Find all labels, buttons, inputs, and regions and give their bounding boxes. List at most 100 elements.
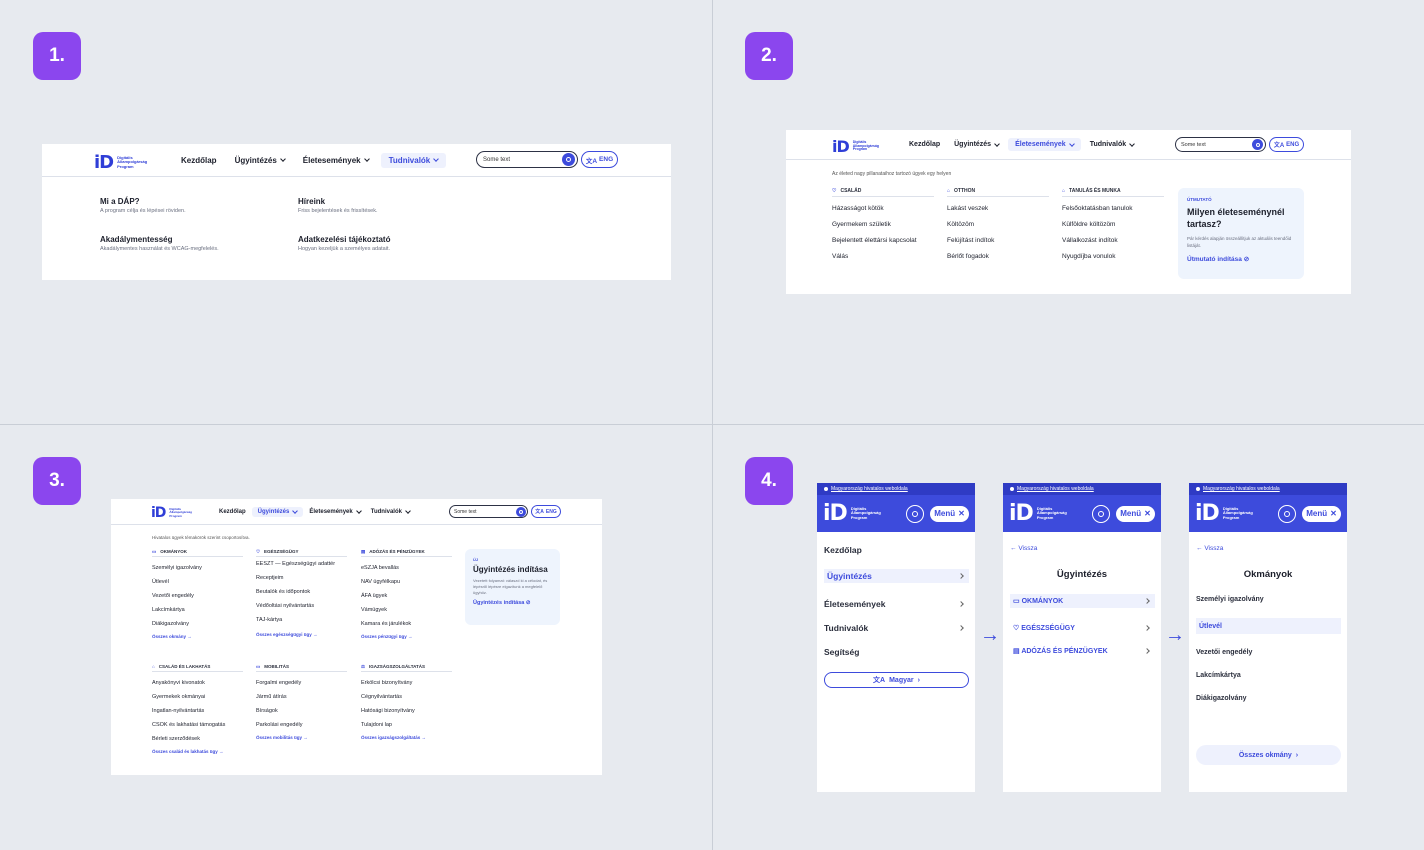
menu-item-ugyintezes[interactable]: Ügyintézés: [824, 569, 969, 583]
list-item[interactable]: Költözöm: [947, 217, 1049, 233]
list-item[interactable]: Anyakönyvi kivonatok: [152, 676, 243, 690]
logo[interactable]: iD Digitális Állampolgárság Program: [832, 137, 879, 156]
menu-item-tudnivalok[interactable]: Tudnivalók: [824, 621, 969, 635]
menu-button[interactable]: Menü ✕: [1302, 505, 1341, 522]
menu-item-segitseg[interactable]: Segítség: [824, 645, 969, 659]
menu-item-akadalymentesseg[interactable]: Akadálymentesség Akadálymentes használat…: [100, 235, 219, 252]
list-item[interactable]: Házasságot kötök: [832, 201, 934, 217]
guide-link[interactable]: Útmutató indítása ⊘: [1187, 255, 1295, 263]
list-item[interactable]: Forgalmi engedély: [256, 676, 347, 690]
list-item[interactable]: Parkolási engedély: [256, 718, 347, 732]
language-button[interactable]: 文A ENG: [531, 505, 561, 518]
menu-button[interactable]: Menü ✕: [1116, 505, 1155, 522]
list-item[interactable]: ÁFA ügyek: [361, 589, 452, 603]
menu-item-adatkezeles[interactable]: Adatkezelési tájékoztató Hogyan kezeljük…: [298, 235, 390, 252]
list-item[interactable]: Személyi igazolvány: [152, 561, 243, 575]
list-item[interactable]: Vámügyek: [361, 603, 452, 617]
list-item[interactable]: Jármű átírás: [256, 690, 347, 704]
menu-item-eletesemenyek[interactable]: Életesemények: [824, 597, 969, 611]
nav-eletesemenyek[interactable]: Életesemények: [297, 156, 375, 165]
all-link[interactable]: Összes pénzügyi ügy →: [361, 634, 452, 639]
nav-home[interactable]: Kezdőlap: [904, 141, 945, 148]
list-item[interactable]: Bérleti szerződések: [152, 732, 243, 746]
all-link[interactable]: Összes igazságszolgáltatás →: [361, 735, 452, 740]
list-item[interactable]: Tulajdoni lap: [361, 718, 452, 732]
menu-item-adozas[interactable]: ▤ ADÓZÁS ÉS PÉNZÜGYEK: [1010, 644, 1155, 658]
list-item[interactable]: Személyi igazolvány: [1196, 592, 1341, 606]
nav-eletesemenyek[interactable]: Életesemények: [305, 507, 364, 515]
list-item[interactable]: Bejelentett élettársi kapcsolat: [832, 233, 934, 249]
logo[interactable]: iD Digitális Állampolgárság Program: [823, 501, 881, 526]
list-item[interactable]: eSZJA bevallás: [361, 561, 452, 575]
list-item[interactable]: Hatósági bizonyítvány: [361, 704, 452, 718]
list-item[interactable]: Útlevél: [152, 575, 243, 589]
search-icon[interactable]: [1252, 139, 1263, 150]
search-input[interactable]: Some text: [1175, 137, 1266, 152]
all-link[interactable]: Összes egészségügyi ügy →: [256, 632, 347, 637]
list-item[interactable]: Vezetői engedély: [1196, 645, 1341, 659]
list-item[interactable]: Felújítást indítok: [947, 233, 1049, 249]
menu-item-egeszsegugy[interactable]: ♡ EGÉSZSÉGÜGY: [1010, 621, 1155, 635]
back-link[interactable]: ← Vissza: [1196, 545, 1223, 552]
list-item[interactable]: Kamara és járulékok: [361, 617, 452, 631]
nav-eletesemenyek[interactable]: Életesemények: [1008, 138, 1081, 151]
language-button[interactable]: 文A ENG: [581, 151, 618, 168]
nav-tudnivalok[interactable]: Tudnivalók: [1085, 140, 1139, 148]
list-item[interactable]: Cégnyilvántartás: [361, 690, 452, 704]
list-item[interactable]: Vezetői engedély: [152, 589, 243, 603]
all-documents-button[interactable]: Összes okmány ›: [1196, 745, 1341, 765]
list-item[interactable]: Vállalkozást indítok: [1062, 233, 1164, 249]
start-link[interactable]: Ügyintézés indítása ⊘: [473, 600, 552, 606]
search-input[interactable]: Some text: [449, 505, 528, 518]
logo[interactable]: iD Digitális Állampolgárság Program: [94, 152, 147, 173]
nav-home[interactable]: Kezdőlap: [215, 509, 250, 515]
search-input[interactable]: Some text: [476, 151, 578, 168]
all-link[interactable]: Összes mobilitás ügy →: [256, 735, 347, 740]
nav-ugyintezes[interactable]: Ügyintézés: [949, 140, 1004, 148]
logo[interactable]: iD Digitális Állampolgárság Program: [1009, 501, 1067, 526]
list-item[interactable]: Lakcímkártya: [1196, 668, 1341, 682]
list-item[interactable]: Bérlőt fogadok: [947, 249, 1049, 265]
search-icon[interactable]: [1278, 504, 1296, 523]
list-item[interactable]: Erkölcsi bizonyítvány: [361, 676, 452, 690]
nav-home[interactable]: Kezdőlap: [175, 156, 223, 165]
menu-item-hireink[interactable]: Híreink Friss bejelentések és frissítése…: [298, 197, 377, 214]
list-item[interactable]: Külföldre költözöm: [1062, 217, 1164, 233]
list-item[interactable]: CSOK és lakhatási támogatás: [152, 718, 243, 732]
menu-item-okmanyok[interactable]: ▭ OKMÁNYOK: [1010, 594, 1155, 608]
list-item[interactable]: Diákigazolvány: [152, 617, 243, 631]
language-button[interactable]: 文A ENG: [1269, 137, 1304, 152]
back-link[interactable]: ← Vissza: [1010, 545, 1037, 552]
language-button[interactable]: 文A Magyar ›: [824, 672, 969, 688]
search-icon[interactable]: [516, 506, 526, 517]
list-item[interactable]: Nyugdíjba vonulok: [1062, 249, 1164, 265]
list-item[interactable]: TAJ-kártya: [256, 613, 347, 627]
list-item[interactable]: Gyermekem születik: [832, 217, 934, 233]
list-item[interactable]: Felsőoktatásban tanulok: [1062, 201, 1164, 217]
all-link[interactable]: Összes okmány →: [152, 634, 243, 639]
nav-tudnivalok[interactable]: Tudnivalók: [380, 152, 447, 168]
search-icon[interactable]: [562, 153, 575, 166]
list-item[interactable]: Útlevél: [1196, 618, 1341, 634]
all-link[interactable]: Összes család és lakhatás ügy →: [152, 749, 243, 754]
menu-button[interactable]: Menü ✕: [930, 505, 969, 522]
menu-item-dap[interactable]: Mi a DÁP? A program célja és lépései röv…: [100, 197, 186, 214]
nav-ugyintezes[interactable]: Ügyintézés: [229, 156, 291, 165]
list-item[interactable]: Lakcímkártya: [152, 603, 243, 617]
menu-item-home[interactable]: Kezdőlap: [824, 543, 969, 557]
list-item[interactable]: Bírságok: [256, 704, 347, 718]
list-item[interactable]: Válás: [832, 249, 934, 265]
list-item[interactable]: Ingatlan-nyilvántartás: [152, 704, 243, 718]
list-item[interactable]: Lakást veszek: [947, 201, 1049, 217]
list-item[interactable]: Diákigazolvány: [1196, 691, 1341, 705]
nav-ugyintezes[interactable]: Ügyintézés: [251, 506, 304, 517]
list-item[interactable]: NAV ügyfélkapu: [361, 575, 452, 589]
list-item[interactable]: EESZT — Egészségügyi adattér: [256, 561, 347, 568]
search-icon[interactable]: [1092, 504, 1110, 523]
list-item[interactable]: Receptjeim: [256, 571, 347, 585]
list-item[interactable]: Védőoltási nyilvántartás: [256, 599, 347, 613]
list-item[interactable]: Beutalók és időpontok: [256, 585, 347, 599]
nav-tudnivalok[interactable]: Tudnivalók: [367, 507, 414, 515]
logo[interactable]: iD Digitális Állampolgárság Program: [151, 505, 192, 521]
list-item[interactable]: Gyermekek okmányai: [152, 690, 243, 704]
